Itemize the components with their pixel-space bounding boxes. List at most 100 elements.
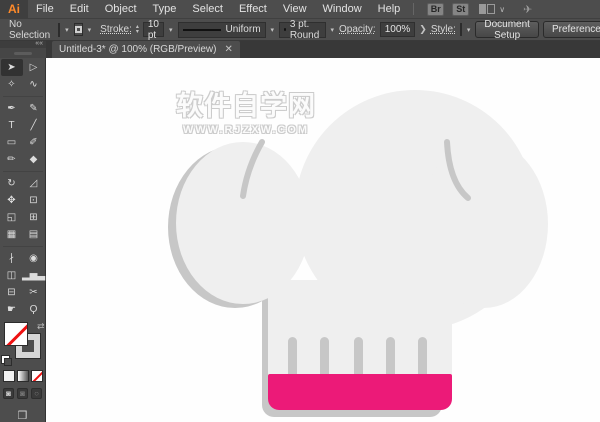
screen-mode-button[interactable]: ❒ (18, 409, 28, 422)
default-fill-stroke-icon[interactable] (1, 355, 10, 364)
type-tool[interactable]: T (1, 117, 23, 134)
blend-tool[interactable]: ◉ (23, 250, 45, 267)
width-profile-dropdown[interactable]: Uniform (178, 22, 266, 38)
chevron-down-icon: ∨ (499, 5, 505, 14)
toolbar-grip[interactable] (0, 48, 46, 58)
document-tab[interactable]: Untitled-3* @ 100% (RGB/Preview) ✕ (52, 41, 240, 58)
main-area: ➤ ▷ ✧ ∿ ✒ ✎ T ╱ ▭ ✐ ✏ ◆ (0, 58, 600, 422)
opacity-field[interactable]: 100% (380, 22, 416, 37)
swap-fill-stroke-icon[interactable]: ⇄ (37, 321, 45, 332)
scale-tool[interactable]: ◿ (23, 175, 45, 192)
menu-bar: Ai File Edit Object Type Select Effect V… (0, 0, 600, 19)
menu-object[interactable]: Object (97, 3, 145, 15)
menu-window[interactable]: Window (315, 3, 370, 15)
curvature-tool[interactable]: ✎ (23, 100, 45, 117)
document-tab-title: Untitled-3* @ 100% (RGB/Preview) (59, 44, 216, 55)
zoom-tool[interactable]: Ϙ (23, 301, 45, 318)
toolbar-divider (3, 93, 43, 97)
document-setup-button[interactable]: Document Setup (475, 21, 539, 38)
stroke-stepper[interactable]: ▴▾ (136, 25, 139, 35)
chevron-down-icon[interactable]: ▾ (270, 26, 276, 34)
brush-definition-dropdown[interactable]: 3 pt. Round (279, 22, 325, 38)
column-graph-tool[interactable]: ▂▅▃ (23, 267, 45, 284)
rectangle-tool[interactable]: ▭ (1, 134, 23, 151)
hat-pink-band[interactable] (268, 374, 452, 410)
fill-swatch-none[interactable] (4, 322, 28, 346)
workspace-box-icon (487, 4, 495, 14)
menu-effect[interactable]: Effect (231, 3, 275, 15)
control-bar: No Selection ▾ ▾ Stroke: ▴▾ 10 pt ▾ Unif… (0, 19, 600, 41)
magic-wand-tool[interactable]: ✧ (1, 76, 23, 93)
chevron-down-icon[interactable]: ▾ (330, 26, 336, 34)
close-icon[interactable]: ✕ (224, 45, 232, 55)
graphic-style-swatch[interactable] (460, 23, 462, 36)
preferences-button[interactable]: Preferences (543, 21, 600, 38)
menu-help[interactable]: Help (370, 3, 409, 15)
profile-preview-icon (183, 29, 221, 31)
cuff-stripe[interactable] (320, 337, 329, 374)
cs-live-icon[interactable]: ✈ (523, 3, 532, 16)
mesh-tool[interactable]: ▦ (1, 226, 23, 243)
slice-tool[interactable]: ✂ (23, 284, 45, 301)
illustrator-window: Ai File Edit Object Type Select Effect V… (0, 0, 600, 422)
opacity-panel-link[interactable]: Opacity: (339, 24, 376, 35)
menu-type[interactable]: Type (145, 3, 185, 15)
tab-row: «« Untitled-3* @ 100% (RGB/Preview) ✕ (0, 41, 600, 58)
cuff-stripe[interactable] (386, 337, 395, 374)
free-transform-tool[interactable]: ⊡ (23, 192, 45, 209)
tools-panel: ➤ ▷ ✧ ∿ ✒ ✎ T ╱ ▭ ✐ ✏ ◆ (0, 58, 46, 422)
symbol-sprayer-tool[interactable]: ◫ (1, 267, 23, 284)
none-button[interactable] (31, 370, 43, 382)
stroke-swatch[interactable] (74, 23, 83, 36)
line-segment-tool[interactable]: ╱ (23, 117, 45, 134)
chevron-down-icon[interactable]: ▾ (87, 26, 93, 34)
cuff-stripe[interactable] (288, 337, 297, 374)
watermark-text: 软件自学网 (176, 84, 316, 123)
fill-swatch-none[interactable] (58, 23, 60, 37)
lasso-tool[interactable]: ∿ (23, 76, 45, 93)
opacity-flyout-icon[interactable]: ❯ (419, 24, 427, 35)
stock-button[interactable]: St (452, 3, 469, 16)
menu-select[interactable]: Select (184, 3, 231, 15)
chevron-down-icon[interactable]: ▾ (466, 26, 472, 34)
toolbar-divider (3, 168, 43, 172)
gradient-tool[interactable]: ▤ (23, 226, 45, 243)
pen-tool[interactable]: ✒ (1, 100, 23, 117)
bridge-button[interactable]: Br (427, 3, 444, 16)
chevron-down-icon[interactable]: ▾ (168, 26, 174, 34)
draw-behind-button[interactable]: ◙ (17, 388, 28, 399)
chevron-down-icon[interactable]: ▾ (64, 26, 70, 34)
color-button[interactable] (3, 370, 15, 382)
direct-selection-tool[interactable]: ▷ (23, 59, 45, 76)
shape-builder-tool[interactable]: ◱ (1, 209, 23, 226)
menu-edit[interactable]: Edit (62, 3, 97, 15)
perspective-grid-tool[interactable]: ⊞ (23, 209, 45, 226)
workspace-box-icon (479, 4, 486, 14)
draw-normal-button[interactable]: ◙ (3, 388, 14, 399)
workspace-switcher-icon[interactable]: ∨ (479, 4, 505, 14)
draw-inside-button[interactable]: ○ (31, 388, 42, 399)
watermark: 软件自学网 WWW.RJZXW.COM (176, 84, 316, 136)
stroke-weight-field[interactable]: 10 pt (143, 22, 164, 37)
cuff-stripe[interactable] (354, 337, 363, 374)
color-mode-row (3, 370, 43, 382)
gradient-button[interactable] (17, 370, 29, 382)
paintbrush-tool[interactable]: ✐ (23, 134, 45, 151)
toolbar-collapse-button[interactable]: «« (0, 41, 46, 48)
pencil-tool[interactable]: ✏ (1, 151, 23, 168)
stroke-panel-link[interactable]: Stroke: (100, 24, 132, 35)
eraser-tool[interactable]: ◆ (23, 151, 45, 168)
selection-tool[interactable]: ➤ (1, 59, 23, 76)
menu-view[interactable]: View (275, 3, 315, 15)
hand-tool[interactable]: ☛ (1, 301, 23, 318)
eyedropper-tool[interactable]: ∤ (1, 250, 23, 267)
artboard-tool[interactable]: ⊟ (1, 284, 23, 301)
toolbar-header: «« (0, 41, 46, 58)
watermark-url: WWW.RJZXW.COM (176, 124, 316, 136)
style-panel-link[interactable]: Style: (431, 24, 456, 35)
cuff-stripe[interactable] (418, 337, 427, 374)
rotate-tool[interactable]: ↻ (1, 175, 23, 192)
menu-file[interactable]: File (28, 3, 62, 15)
artboard-canvas[interactable]: 软件自学网 WWW.RJZXW.COM (46, 58, 600, 422)
width-tool[interactable]: ✥ (1, 192, 23, 209)
